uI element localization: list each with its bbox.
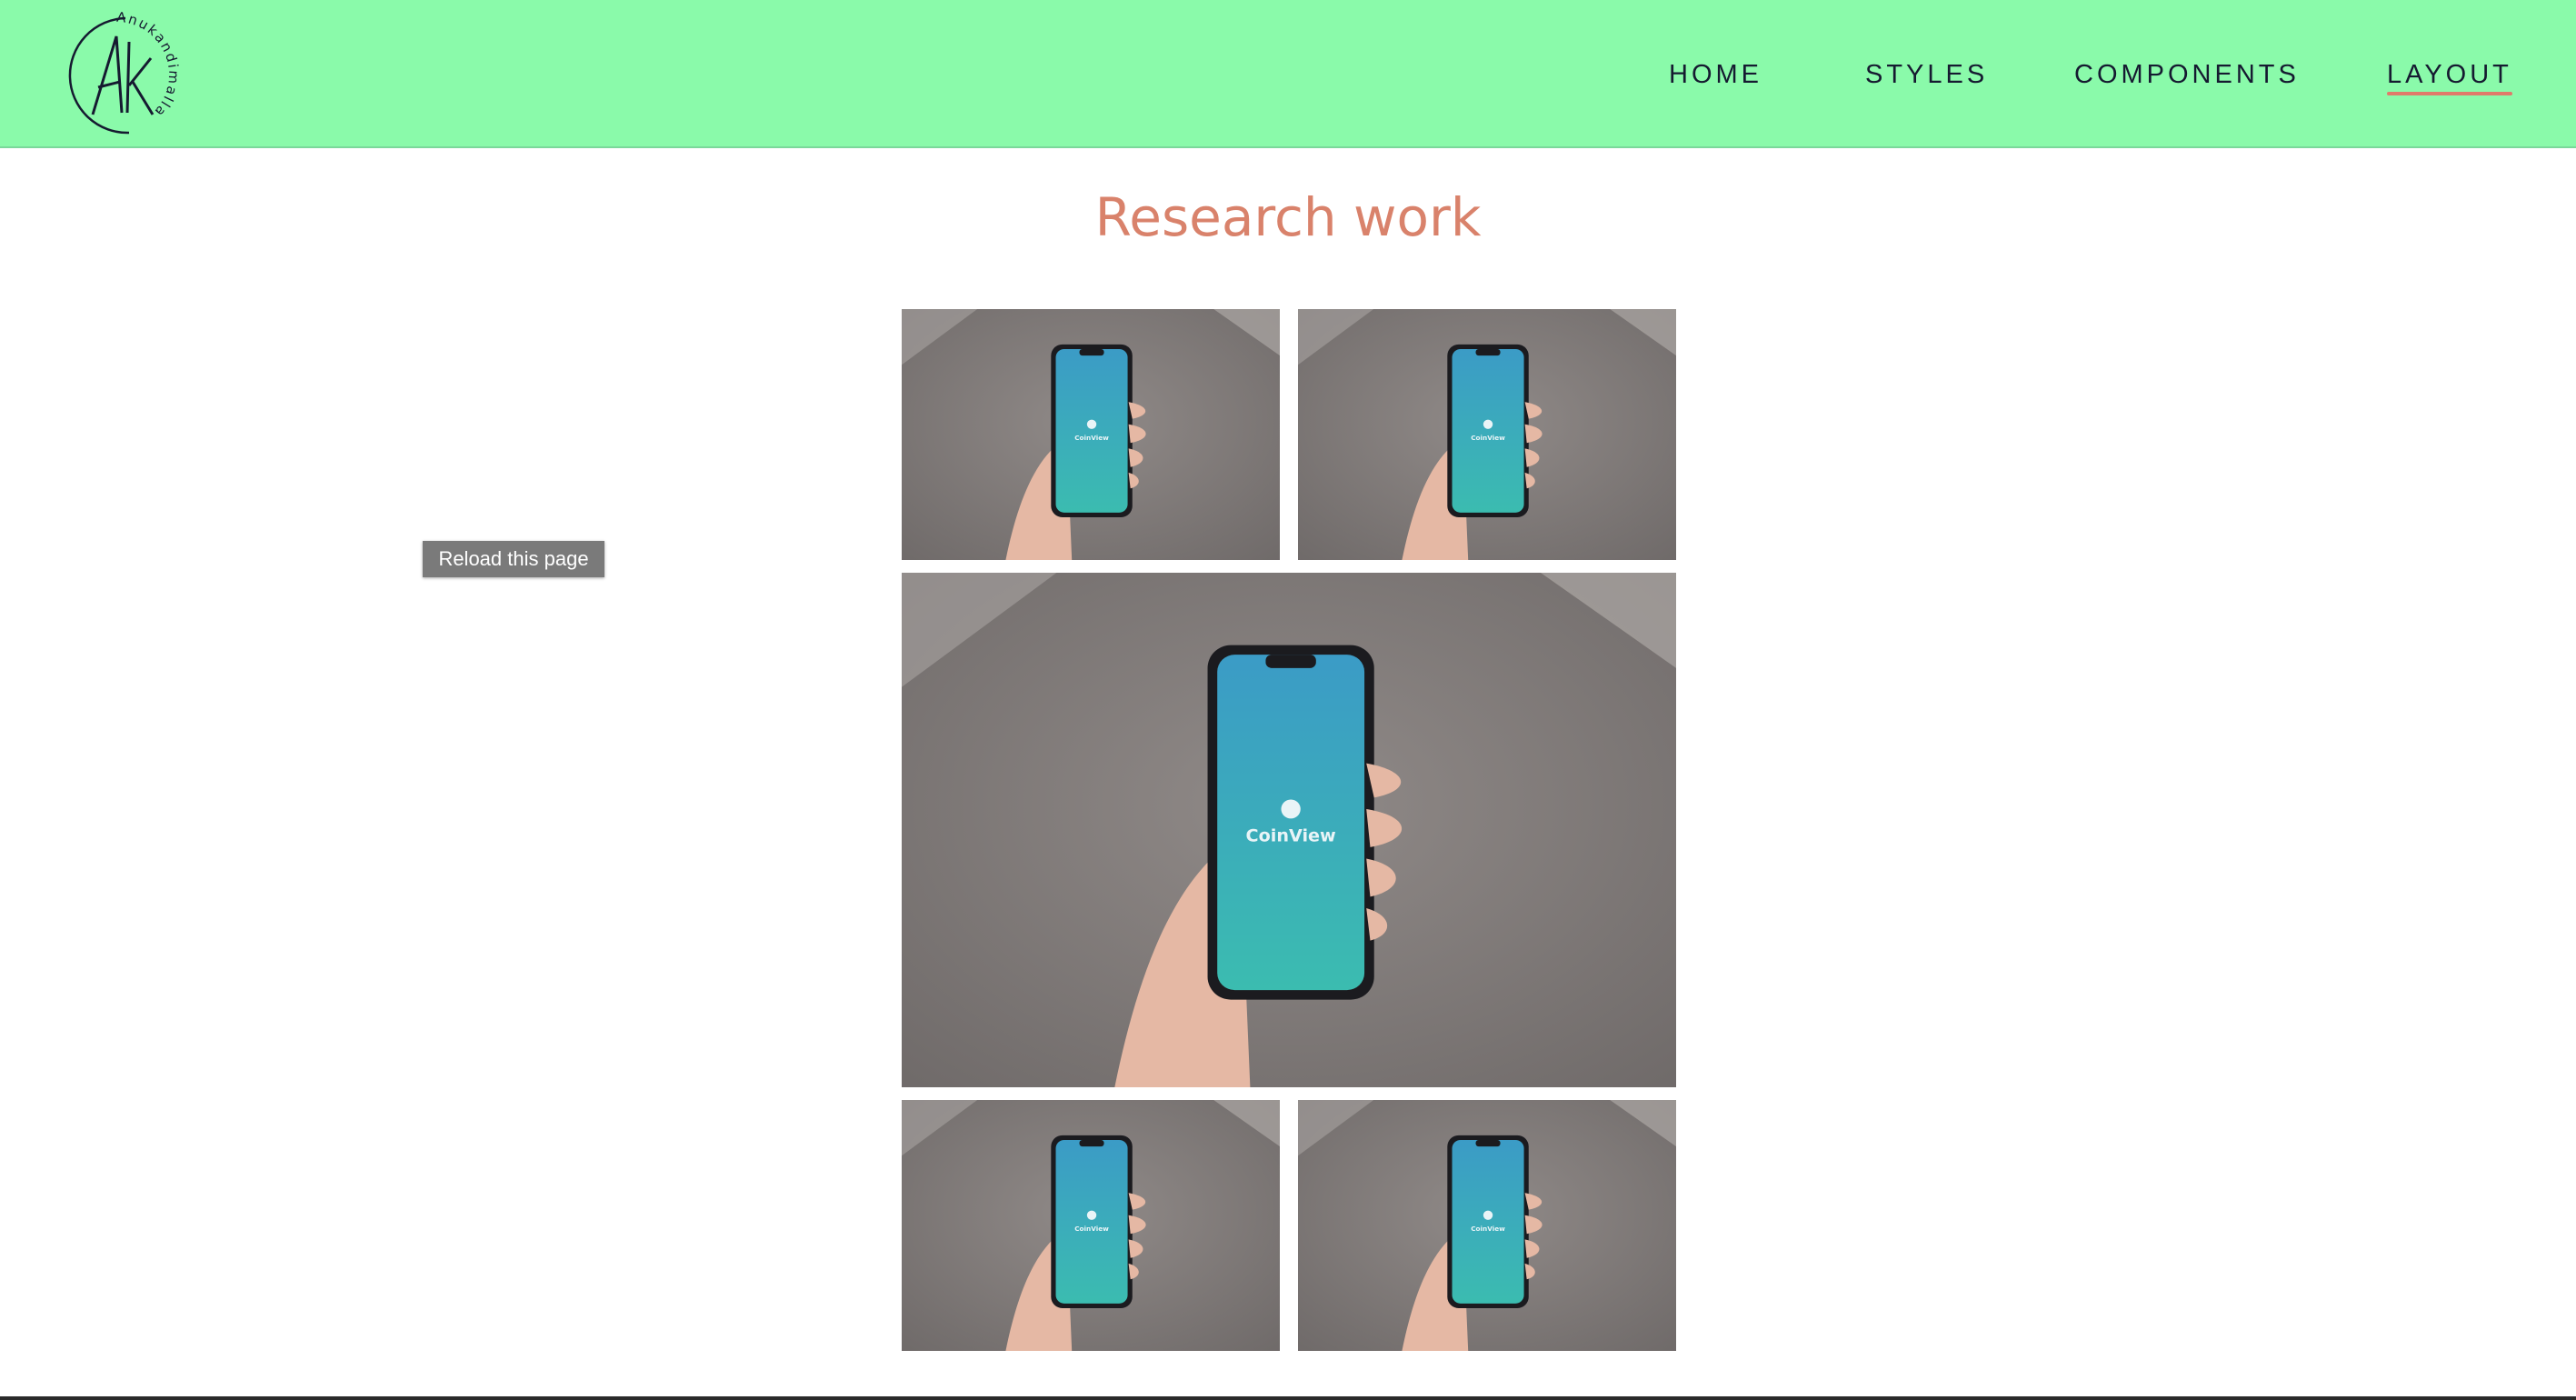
gallery-image: CoinView [902,309,1280,560]
svg-text:CoinView: CoinView [1246,826,1336,846]
nav-styles[interactable]: STYLES [1865,60,1988,90]
phone-photo: CoinView [902,1100,1280,1351]
nav-components[interactable]: COMPONENTS [2074,60,2300,90]
phone-photo: CoinView [1298,1100,1676,1351]
phone-photo: CoinView [1298,309,1676,560]
reload-tooltip: Reload this page [423,541,604,577]
logo[interactable]: Anukandimalla [45,5,182,142]
nav-home[interactable]: HOME [1669,60,1762,90]
gallery-image: CoinView [1298,309,1676,560]
bottom-divider [0,1396,2576,1400]
svg-text:CoinView: CoinView [1074,434,1109,442]
svg-text:CoinView: CoinView [1471,434,1505,442]
svg-text:CoinView: CoinView [1074,1225,1109,1233]
nav-layout[interactable]: LAYOUT [2387,60,2512,95]
phone-photo: CoinView [902,573,1676,1087]
gallery-image: CoinView [1298,1100,1676,1351]
page-title: Research work [1094,186,1482,248]
phone-photo: CoinView [902,309,1280,560]
logo-mark: Anukandimalla [68,9,182,135]
logo-circular-text: Anukandimalla [116,9,181,121]
svg-text:CoinView: CoinView [1471,1225,1505,1233]
gallery-image-featured: CoinView [902,573,1676,1087]
site-header: Anukandimalla HOME STYLES COMPONENTS LAY… [0,0,2576,148]
gallery-image: CoinView [902,1100,1280,1351]
svg-text:Anukandimalla: Anukandimalla [116,9,182,121]
